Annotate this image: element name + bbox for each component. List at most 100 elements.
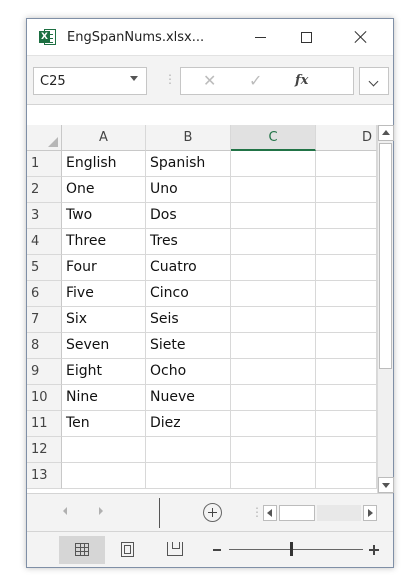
cell-d9[interactable] bbox=[316, 359, 377, 385]
cell-c2[interactable] bbox=[231, 177, 316, 203]
cell-b2[interactable]: Uno bbox=[146, 177, 231, 203]
add-sheet-icon[interactable] bbox=[203, 503, 222, 522]
row-header[interactable]: 13 bbox=[27, 463, 62, 489]
cell-d12[interactable] bbox=[316, 437, 377, 463]
row-header[interactable]: 12 bbox=[27, 437, 62, 463]
cell-a3[interactable]: Two bbox=[62, 203, 146, 229]
cell-a13[interactable] bbox=[62, 463, 146, 489]
row-header[interactable]: 3 bbox=[27, 203, 62, 229]
excel-icon[interactable]: X bbox=[39, 28, 57, 46]
cell-b8[interactable]: Siete bbox=[146, 333, 231, 359]
cell-c11[interactable] bbox=[231, 411, 316, 437]
row-header[interactable]: 2 bbox=[27, 177, 62, 203]
scroll-up-icon[interactable] bbox=[378, 125, 394, 141]
column-header-b[interactable]: B bbox=[146, 125, 231, 151]
zoom-in-icon[interactable] bbox=[369, 545, 379, 555]
cell-a12[interactable] bbox=[62, 437, 146, 463]
cell-c13[interactable] bbox=[231, 463, 316, 489]
cell-d7[interactable] bbox=[316, 307, 377, 333]
cell-c9[interactable] bbox=[231, 359, 316, 385]
row-header[interactable]: 1 bbox=[27, 151, 62, 177]
cell-b7[interactable]: Seis bbox=[146, 307, 231, 333]
cell-b9[interactable]: Ocho bbox=[146, 359, 231, 385]
cell-d10[interactable] bbox=[316, 385, 377, 411]
cell-a2[interactable]: One bbox=[62, 177, 146, 203]
cell-c3[interactable] bbox=[231, 203, 316, 229]
row-header[interactable]: 8 bbox=[27, 333, 62, 359]
row-header[interactable]: 6 bbox=[27, 281, 62, 307]
cell-d5[interactable] bbox=[316, 255, 377, 281]
cell-d4[interactable] bbox=[316, 229, 377, 255]
cell-d6[interactable] bbox=[316, 281, 377, 307]
cell-c6[interactable] bbox=[231, 281, 316, 307]
scroll-left-icon[interactable] bbox=[263, 505, 277, 521]
chevron-down-icon[interactable] bbox=[130, 76, 138, 81]
cell-b4[interactable]: Tres bbox=[146, 229, 231, 255]
row-header[interactable]: 7 bbox=[27, 307, 62, 333]
scroll-right-icon[interactable] bbox=[363, 505, 377, 521]
column-header-a[interactable]: A bbox=[62, 125, 146, 151]
cell-a4[interactable]: Three bbox=[62, 229, 146, 255]
cell-d11[interactable] bbox=[316, 411, 377, 437]
horizontal-scrollbar[interactable] bbox=[263, 505, 377, 521]
close-button[interactable] bbox=[337, 19, 383, 55]
cell-c10[interactable] bbox=[231, 385, 316, 411]
cell-a9[interactable]: Eight bbox=[62, 359, 146, 385]
row-header[interactable]: 11 bbox=[27, 411, 62, 437]
cell-c7[interactable] bbox=[231, 307, 316, 333]
insert-function-icon[interactable]: fx bbox=[295, 73, 308, 88]
expand-formula-bar-button[interactable] bbox=[359, 67, 389, 95]
name-box[interactable]: C25 bbox=[33, 67, 147, 95]
previous-sheet-icon[interactable] bbox=[63, 507, 67, 515]
column-header-c[interactable]: C bbox=[231, 125, 316, 151]
row-header[interactable]: 5 bbox=[27, 255, 62, 281]
zoom-slider-thumb[interactable] bbox=[290, 542, 293, 556]
cell-b1[interactable]: Spanish bbox=[146, 151, 231, 177]
cell-a10[interactable]: Nine bbox=[62, 385, 146, 411]
formula-input[interactable]: ✕ ✓ fx bbox=[180, 67, 354, 95]
cell-a1[interactable]: English bbox=[62, 151, 146, 177]
cell-b6[interactable]: Cinco bbox=[146, 281, 231, 307]
column-header-d[interactable]: D bbox=[316, 125, 377, 151]
cell-b5[interactable]: Cuatro bbox=[146, 255, 231, 281]
enter-icon[interactable]: ✓ bbox=[249, 71, 262, 90]
cell-b13[interactable] bbox=[146, 463, 231, 489]
cell-d8[interactable] bbox=[316, 333, 377, 359]
worksheet-grid[interactable]: A B C D 1 English Spanish 2 One Uno 3 Two Dos 4 Th… bbox=[27, 125, 377, 489]
select-all-corner[interactable] bbox=[27, 125, 62, 151]
horizontal-scroll-track[interactable] bbox=[317, 505, 361, 521]
cell-b10[interactable]: Nueve bbox=[146, 385, 231, 411]
title-bar[interactable]: X EngSpanNums.xlsx... bbox=[27, 19, 393, 55]
cell-c4[interactable] bbox=[231, 229, 316, 255]
tab-split-grip-icon[interactable]: ⋮ bbox=[251, 505, 263, 519]
cell-c5[interactable] bbox=[231, 255, 316, 281]
zoom-slider[interactable] bbox=[229, 549, 363, 550]
page-layout-view-icon[interactable] bbox=[121, 542, 134, 557]
cell-d2[interactable] bbox=[316, 177, 377, 203]
cell-d3[interactable] bbox=[316, 203, 377, 229]
horizontal-scroll-thumb[interactable] bbox=[279, 505, 315, 521]
cell-a7[interactable]: Six bbox=[62, 307, 146, 333]
cell-c1[interactable] bbox=[231, 151, 316, 177]
cell-c8[interactable] bbox=[231, 333, 316, 359]
minimize-button[interactable] bbox=[237, 19, 283, 55]
normal-view-button[interactable] bbox=[59, 536, 105, 564]
cell-c12[interactable] bbox=[231, 437, 316, 463]
cell-a6[interactable]: Five bbox=[62, 281, 146, 307]
cell-a8[interactable]: Seven bbox=[62, 333, 146, 359]
cell-d13[interactable] bbox=[316, 463, 377, 489]
scroll-down-icon[interactable] bbox=[378, 477, 394, 493]
cell-b12[interactable] bbox=[146, 437, 231, 463]
vertical-scroll-thumb[interactable] bbox=[379, 143, 392, 369]
vertical-scrollbar[interactable] bbox=[377, 125, 394, 493]
formula-bar-grip-icon[interactable]: ⋮ bbox=[164, 73, 176, 85]
row-header[interactable]: 10 bbox=[27, 385, 62, 411]
row-header[interactable]: 4 bbox=[27, 229, 62, 255]
zoom-out-icon[interactable] bbox=[213, 549, 221, 551]
row-header[interactable]: 9 bbox=[27, 359, 62, 385]
cell-d1[interactable] bbox=[316, 151, 377, 177]
cell-b3[interactable]: Dos bbox=[146, 203, 231, 229]
cancel-icon[interactable]: ✕ bbox=[203, 71, 216, 90]
cell-a5[interactable]: Four bbox=[62, 255, 146, 281]
page-break-preview-icon[interactable] bbox=[167, 542, 183, 556]
